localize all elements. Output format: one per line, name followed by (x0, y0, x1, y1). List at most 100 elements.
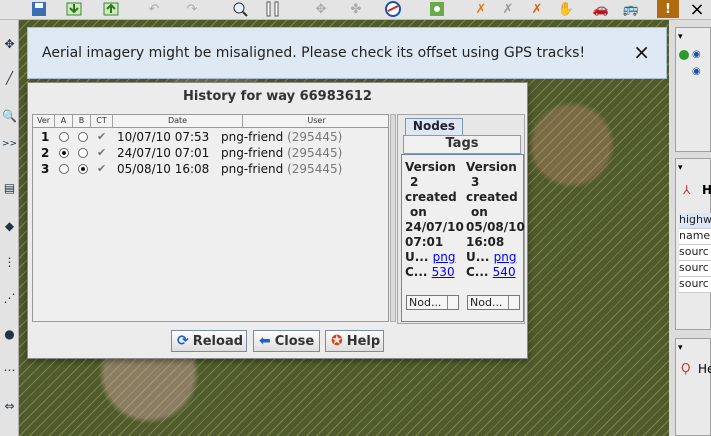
left-toolbar: ✥ ╱ 🔍 >> ▤ ◆ ⋮ ⋰ ● ⋯ ⇔ (0, 20, 19, 436)
relation-icon: Ϙ (681, 361, 691, 375)
col-ct[interactable]: CT (91, 115, 113, 127)
draw3-icon[interactable]: ✗ (526, 0, 548, 18)
grid-tool-icon[interactable]: ⋯ (1, 360, 18, 380)
history-table-header: Ver A B CT Date User (33, 115, 388, 128)
car-icon[interactable]: 🚗 (590, 0, 612, 18)
changeset-prefix: C... (466, 265, 489, 279)
tag-row[interactable]: name (679, 229, 711, 245)
radio-a[interactable] (59, 132, 69, 142)
version-date: 24/07/10 (405, 220, 464, 234)
check-icon: ✔ (97, 162, 107, 175)
tag-row[interactable]: sourc (679, 261, 711, 277)
col-date[interactable]: Date (113, 115, 243, 127)
created-label: created (466, 190, 518, 204)
select-tool-icon[interactable]: ✥ (1, 34, 18, 54)
row-user-name: png-friend (221, 146, 284, 160)
collapse-icon[interactable]: ▾ (678, 163, 683, 173)
redo-icon[interactable]: ↷ (181, 0, 203, 18)
col-user[interactable]: User (243, 115, 390, 127)
radio-a[interactable] (59, 164, 69, 174)
col-b[interactable]: B (73, 115, 91, 127)
check-icon: ✔ (97, 130, 107, 143)
bus-icon[interactable]: 🚌 (620, 0, 642, 18)
tag-row[interactable]: sourc (679, 277, 711, 293)
changeset-link[interactable]: 540 (493, 265, 516, 279)
eye-icon[interactable]: ◉ (692, 49, 701, 60)
close-icon[interactable]: × (633, 40, 650, 64)
version-number: 2 (410, 175, 419, 189)
draw-tool-icon[interactable]: ╱ (1, 68, 18, 88)
version-compare-area: Version 2 created on 24/07/10 07:01 U...… (401, 154, 525, 322)
expand-tool-icon[interactable]: ⇔ (1, 396, 18, 416)
radio-b[interactable] (78, 148, 88, 158)
created-label: created (405, 190, 457, 204)
row-version: 1 (41, 130, 50, 144)
layers-panel: ▾ ◉ ◉ (675, 27, 711, 152)
table-row[interactable]: 3 ✔ 05/08/10 16:08 png-friend (295445) (33, 161, 388, 177)
user-prefix: U... (466, 250, 490, 264)
warning-icon[interactable]: ! (657, 0, 679, 18)
move-tool-icon[interactable]: ⋰ (1, 288, 18, 308)
relation-label: He (698, 362, 711, 376)
table-row[interactable]: 1 ✔ 10/07/10 07:53 png-friend (295445) (33, 129, 388, 145)
close-button[interactable]: ⬅ Close (253, 330, 320, 352)
more-tools-icon[interactable]: >> (1, 134, 18, 154)
col-ver[interactable]: Ver (33, 115, 55, 127)
way-icon: ⅄ (683, 183, 691, 197)
help-button[interactable]: ✪ Help (325, 330, 384, 352)
upload-icon[interactable] (100, 0, 122, 18)
validator-icon[interactable] (382, 0, 404, 18)
preferences-icon[interactable] (262, 0, 284, 18)
nodes-dropdown-left[interactable]: Nod... (406, 295, 459, 310)
tag-tool-icon[interactable]: ◆ (1, 216, 18, 236)
draw-icon[interactable]: ✗ (470, 0, 492, 18)
save-icon[interactable] (28, 0, 50, 18)
version-date: 05/08/10 (466, 220, 525, 234)
zoom-tool-icon[interactable]: 🔍 (1, 106, 18, 126)
zoom-icon[interactable] (229, 0, 251, 18)
version-column-right: Version 3 created on 05/08/10 16:08 U...… (466, 160, 525, 280)
version-label: Version (405, 160, 456, 174)
radio-b[interactable] (78, 164, 88, 174)
user-link[interactable]: png (433, 250, 456, 264)
align-tool-icon[interactable]: ⋮ (1, 252, 18, 272)
col-a[interactable]: A (55, 115, 73, 127)
hand-icon[interactable]: ✋ (555, 0, 577, 18)
undo-icon[interactable]: ↶ (143, 0, 165, 18)
user-link[interactable]: png (494, 250, 517, 264)
radio-a[interactable] (59, 148, 69, 158)
row-user: png-friend (295445) (221, 146, 342, 160)
close-window-icon[interactable]: × (686, 0, 708, 20)
paint-tool-icon[interactable]: ● (1, 324, 18, 344)
combine-way-icon[interactable]: ✤ (345, 0, 367, 18)
split-way-icon[interactable]: ✥ (310, 0, 332, 18)
tag-row[interactable]: highw (679, 213, 711, 229)
eye-icon-2[interactable]: ◉ (692, 66, 701, 77)
row-user-name: png-friend (221, 162, 284, 176)
table-row[interactable]: 2 ✔ 24/07/10 07:01 png-friend (295445) (33, 145, 388, 161)
download-icon[interactable] (63, 0, 85, 18)
tab-tags[interactable]: Tags (403, 135, 521, 154)
changeset-link[interactable]: 530 (432, 265, 455, 279)
collapse-icon[interactable]: ▾ (678, 343, 683, 353)
history-scrollbar[interactable] (390, 114, 396, 322)
draw2-icon[interactable]: ✗ (497, 0, 519, 18)
collapse-icon[interactable]: ▾ (678, 32, 683, 42)
map-paint-icon[interactable] (426, 0, 448, 18)
radio-b[interactable] (78, 132, 88, 142)
nodes-dropdown-right[interactable]: Nod... (467, 295, 520, 310)
layers-icon[interactable]: ▤ (1, 178, 18, 198)
active-layer-icon[interactable] (679, 50, 689, 60)
row-user: png-friend (295445) (221, 162, 342, 176)
version-number: 3 (471, 175, 480, 189)
tab-nodes[interactable]: Nodes (405, 118, 463, 136)
row-user-id: (295445) (287, 130, 343, 144)
banner-message: Aerial imagery might be misaligned. Plea… (42, 45, 586, 61)
row-user-id: (295445) (287, 146, 343, 160)
version-time: 16:08 (466, 235, 505, 249)
row-version: 2 (41, 146, 50, 160)
tag-row[interactable]: sourc (679, 245, 711, 261)
reload-button[interactable]: ⟳ Reload (171, 330, 247, 352)
row-version: 3 (41, 162, 50, 176)
history-dialog: History for way 66983612 Ver A B CT Date… (27, 82, 528, 359)
